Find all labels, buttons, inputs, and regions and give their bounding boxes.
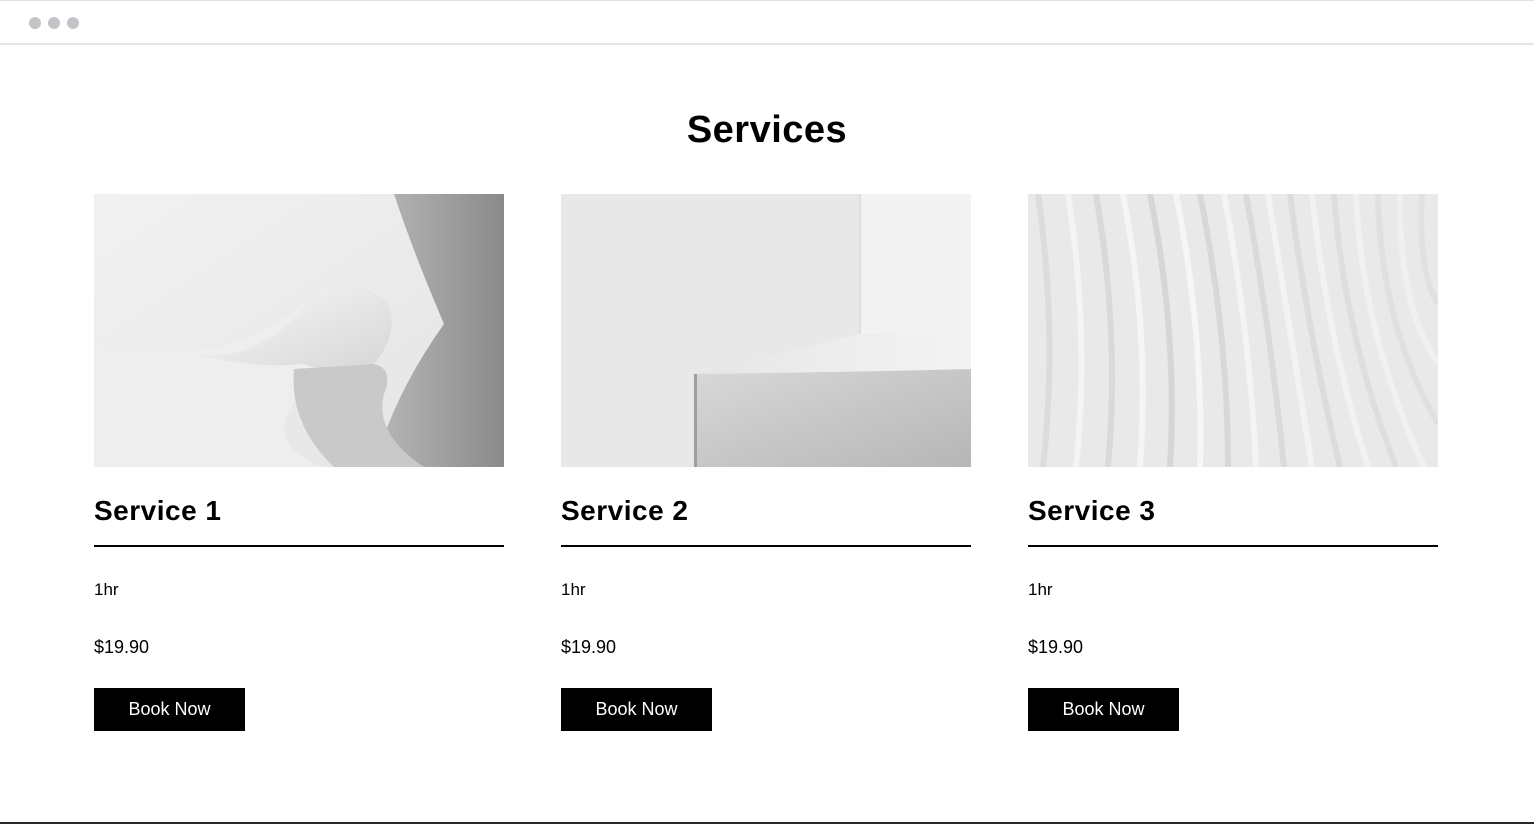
service-duration: 1hr — [1028, 580, 1053, 599]
page-title: Services — [686, 109, 848, 151]
service-price: $19.90 — [94, 637, 150, 657]
service-price: $19.90 — [561, 637, 617, 657]
service-title: Service 1 — [94, 495, 222, 526]
window-dot-icon[interactable] — [67, 17, 79, 29]
abstract-corner-step-image — [561, 194, 971, 467]
service-title: Service 2 — [561, 495, 689, 526]
abstract-curved-lines-image — [1028, 194, 1438, 467]
service-image — [561, 194, 971, 467]
service-image — [94, 194, 504, 467]
service-image — [1028, 194, 1438, 467]
service-price: $19.90 — [1028, 637, 1084, 657]
window-dot-icon[interactable] — [48, 17, 60, 29]
abstract-paper-fold-image — [94, 194, 504, 467]
service-title: Service 3 — [1028, 495, 1156, 526]
service-duration: 1hr — [561, 580, 586, 599]
book-now-button[interactable]: Book Now — [561, 688, 712, 731]
service-card: Service 2 1hr $19.90 Book Now — [561, 194, 971, 731]
service-card: Service 3 1hr $19.90 Book Now — [1028, 194, 1438, 731]
service-duration: 1hr — [94, 580, 119, 599]
window-dot-icon[interactable] — [29, 17, 41, 29]
service-card: Service 1 1hr $19.90 Book Now — [94, 194, 504, 731]
book-now-button[interactable]: Book Now — [94, 688, 245, 731]
divider — [561, 545, 971, 547]
divider — [94, 545, 504, 547]
book-now-button[interactable]: Book Now — [1028, 688, 1179, 731]
browser-chrome — [0, 0, 1534, 45]
divider — [1028, 545, 1438, 547]
